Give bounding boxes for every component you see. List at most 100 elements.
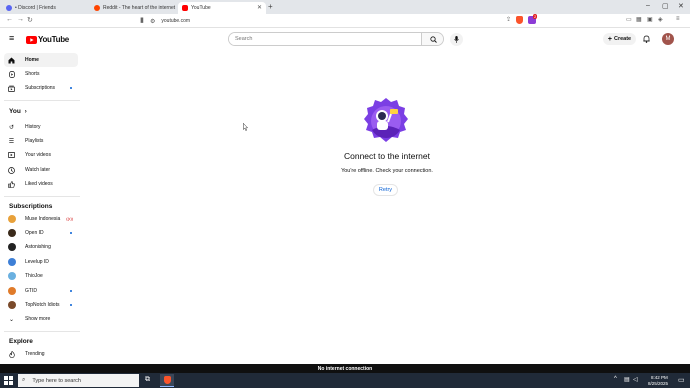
share-icon[interactable]: ⇪	[506, 16, 511, 23]
forward-icon[interactable]: →	[17, 16, 24, 23]
channel-name: Muse Indonesia	[25, 216, 61, 222]
sidebar-item-history[interactable]: ↺ History	[4, 120, 78, 134]
subscription-channel[interactable]: GTID	[4, 284, 78, 298]
tray-chevron-icon[interactable]: ^	[614, 376, 617, 382]
main-content: Connect to the internet You're offline. …	[84, 50, 690, 364]
mouse-cursor-icon	[243, 123, 248, 131]
maximize-icon[interactable]: ▢	[662, 2, 669, 10]
divider	[4, 196, 80, 197]
search-input[interactable]	[229, 33, 421, 45]
close-tab-icon[interactable]: ✕	[257, 4, 262, 11]
notifications-icon[interactable]: ▭	[678, 376, 685, 384]
offline-astronaut-icon	[364, 98, 408, 142]
sidebar-item-subscriptions[interactable]: Subscriptions	[4, 81, 78, 95]
volume-icon[interactable]: ◁	[633, 376, 638, 383]
avatar[interactable]: M	[662, 33, 674, 45]
reload-icon[interactable]: ↻	[27, 16, 33, 24]
channel-avatar	[8, 243, 16, 251]
sidebar-item-label: Shorts	[25, 71, 40, 77]
youtube-logo[interactable]: YouTube	[26, 35, 69, 44]
you-heading-label: You	[9, 108, 21, 115]
explore-heading: Explore	[9, 338, 33, 345]
tab-reddit[interactable]: Reddit - The heart of the internet	[90, 2, 176, 14]
sidebar-item-label: Trending	[25, 351, 45, 357]
sidebar-item-liked-videos[interactable]: Liked videos	[4, 177, 78, 191]
status-text: No internet connection	[317, 365, 373, 372]
you-heading[interactable]: You ›	[9, 108, 27, 115]
subscription-channel[interactable]: Muse Indonesia ((•))	[4, 212, 78, 226]
subscription-channel[interactable]: Levelup ID	[4, 255, 78, 269]
sidebar-toggle-icon[interactable]: ▭	[626, 16, 632, 23]
search-button[interactable]	[421, 33, 443, 45]
channel-avatar	[8, 287, 16, 295]
search-box	[228, 32, 444, 46]
channel-name: TopNotch Idiots	[25, 302, 60, 308]
sidebar-item-label: Your videos	[25, 152, 51, 158]
vpn-icon[interactable]: ◈	[658, 16, 663, 23]
channel-name: ThioJoe	[25, 273, 43, 279]
reddit-favicon-icon	[94, 5, 100, 11]
channel-name: Levelup ID	[25, 259, 49, 265]
notifications-button[interactable]	[641, 34, 651, 44]
retry-label: Retry	[378, 187, 393, 193]
menu-icon[interactable]: ≡	[676, 16, 680, 22]
sidebar-item-label: History	[25, 124, 41, 130]
sidebar-item-home[interactable]: Home	[4, 53, 78, 67]
subscription-channel[interactable]: Astonishing	[4, 240, 78, 254]
discord-favicon-icon	[6, 5, 12, 11]
voice-search-button[interactable]	[450, 33, 463, 46]
extensions-icon[interactable]: ▦	[636, 16, 642, 23]
browser-tab-strip: • Discord | Friends Reddit - The heart o…	[0, 0, 690, 14]
create-button[interactable]: + Create	[603, 33, 636, 45]
sidebar-item-trending[interactable]: Trending	[4, 347, 78, 361]
subscription-channel[interactable]: Open ID	[4, 226, 78, 240]
wallet-icon[interactable]: ▣	[647, 16, 653, 23]
youtube-header: ≡ YouTube + Create M	[0, 28, 690, 50]
network-icon[interactable]: ▤	[624, 376, 630, 383]
windows-start-icon[interactable]	[4, 376, 13, 385]
microphone-icon	[454, 36, 459, 43]
sidebar-item-shorts[interactable]: Shorts	[4, 67, 78, 81]
sidebar-item-your-videos[interactable]: Your videos	[4, 148, 78, 162]
sidebar-item-label: Watch later	[25, 167, 51, 173]
logo-text: YouTube	[38, 35, 69, 44]
close-window-icon[interactable]: ✕	[678, 2, 684, 10]
subscription-channel[interactable]: TopNotch Idiots	[4, 298, 78, 312]
new-tab-icon[interactable]: +	[268, 2, 273, 11]
bookmark-icon[interactable]: ▮	[140, 16, 144, 24]
channel-name: Astonishing	[25, 244, 51, 250]
like-icon	[8, 180, 15, 188]
new-content-dot	[70, 290, 72, 292]
minimize-icon[interactable]: –	[646, 2, 650, 9]
new-content-dot	[70, 304, 72, 306]
subscription-channel[interactable]: ThioJoe	[4, 269, 78, 283]
new-content-dot	[70, 232, 72, 234]
tab-youtube[interactable]: YouTube ✕	[178, 2, 266, 14]
tab-discord[interactable]: • Discord | Friends	[2, 2, 88, 14]
home-icon	[8, 57, 15, 64]
back-icon[interactable]: ←	[6, 16, 13, 23]
sidebar-item-watch-later[interactable]: Watch later	[4, 163, 78, 177]
chevron-down-icon: ⌄	[8, 316, 15, 323]
taskbar-search-box[interactable]: ⌕ Type here to search	[18, 374, 139, 387]
tab-title: • Discord | Friends	[15, 5, 56, 11]
divider	[4, 100, 80, 101]
history-icon: ↺	[8, 124, 15, 131]
live-icon: ((•))	[66, 216, 73, 221]
channel-name: GTID	[25, 288, 37, 294]
divider	[4, 331, 80, 332]
guide-menu-icon[interactable]: ≡	[9, 33, 14, 43]
taskbar-time: 8:42 PM	[651, 375, 668, 380]
sidebar-item-playlists[interactable]: ☰ Playlists	[4, 134, 78, 148]
channel-avatar	[8, 229, 16, 237]
retry-button[interactable]: Retry	[373, 184, 398, 196]
plus-icon: +	[607, 35, 612, 43]
address-bar[interactable]: ⚙ youtube.com	[150, 16, 500, 26]
site-settings-icon[interactable]: ⚙	[150, 18, 155, 25]
your-videos-icon	[8, 152, 15, 159]
brave-shields-icon[interactable]	[516, 16, 523, 24]
brave-taskbar-icon[interactable]	[160, 374, 174, 387]
task-view-icon[interactable]: ⧉	[145, 376, 150, 384]
show-more-button[interactable]: ⌄ Show more	[4, 312, 78, 326]
channel-avatar	[8, 272, 16, 280]
